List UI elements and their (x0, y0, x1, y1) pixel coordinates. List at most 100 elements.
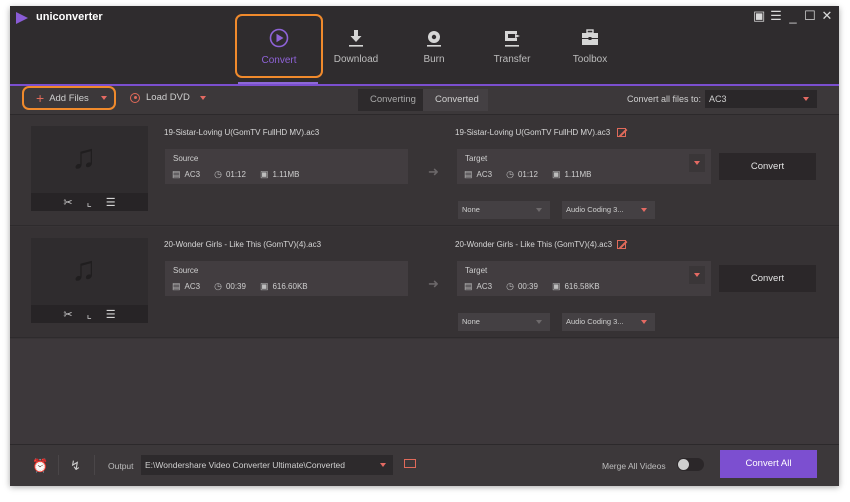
folder-icon: ▣ (551, 281, 561, 291)
rename-edit-icon[interactable] (617, 240, 626, 249)
window-controls: ▣ ☰ _ ☐ ✕ (753, 8, 833, 24)
title-bar: uniconverter ▣ ☰ _ ☐ ✕ Convert Download (10, 6, 839, 84)
chevron-down-icon[interactable] (199, 95, 206, 100)
effects-sliders-icon[interactable]: ☰ (106, 308, 116, 321)
add-files-button[interactable]: + Add Files (22, 86, 116, 110)
transfer-icon (502, 26, 522, 48)
load-dvd-button[interactable]: Load DVD (130, 92, 206, 103)
open-folder-icon[interactable] (404, 459, 416, 468)
merge-all-videos-toggle[interactable] (677, 458, 704, 471)
chevron-down-icon[interactable] (100, 96, 107, 100)
file-thumbnail: ♫ ✂ ⌞ ☰ (31, 126, 148, 211)
target-format-dropdown[interactable] (689, 154, 705, 172)
app-window: uniconverter ▣ ☰ _ ☐ ✕ Convert Download (10, 6, 839, 486)
source-info: Source ▤ AC3 ◷ 01:12 ▣ 1.11MB (165, 149, 408, 184)
clock-icon: ◷ (214, 281, 222, 291)
folder-icon: ▣ (551, 169, 561, 179)
nav-transfer[interactable]: Transfer (473, 14, 551, 76)
target-size: 1.11MB (564, 170, 592, 179)
file-thumbnail: ♫ ✂ ⌞ ☰ (31, 238, 148, 323)
film-icon: ▤ (172, 281, 181, 291)
high-speed-lightning-icon[interactable]: ↯ (70, 458, 81, 474)
chevron-down-icon (536, 320, 542, 324)
music-note-icon: ♫ (71, 138, 97, 176)
rename-edit-icon[interactable] (617, 128, 626, 137)
clock-icon: ◷ (506, 169, 514, 179)
chevron-down-icon (536, 208, 542, 212)
menu-icon[interactable]: ☰ (770, 8, 782, 24)
output-label: Output (108, 461, 134, 471)
nav-burn[interactable]: Burn (395, 14, 473, 76)
audio-track-select[interactable]: Audio Coding 3... (562, 201, 655, 219)
subtitle-select[interactable]: None (458, 313, 550, 331)
audio-track-value: Audio Coding 3... (566, 317, 624, 326)
chevron-down-icon (380, 463, 386, 467)
convert-button[interactable]: Convert (719, 153, 816, 180)
convert-all-button[interactable]: Convert All (720, 450, 817, 478)
toggle-knob (678, 459, 689, 470)
nav-toolbox[interactable]: Toolbox (551, 14, 629, 76)
nav-download[interactable]: Download (317, 14, 395, 76)
dvd-icon (130, 92, 140, 103)
subtitle-select[interactable]: None (458, 201, 550, 219)
toolbar: + Add Files Load DVD Converting Converte… (10, 86, 839, 115)
output-format-value: AC3 (709, 94, 727, 104)
footer-bar: ⏰ ↯ Output E:\Wondershare Video Converte… (10, 444, 839, 486)
active-tab-indicator (238, 82, 318, 84)
nav-toolbox-label: Toolbox (572, 53, 608, 65)
tab-converted[interactable]: Converted (423, 89, 488, 111)
convert-icon (268, 27, 290, 49)
app-title: uniconverter (36, 11, 103, 23)
film-icon: ▤ (464, 169, 473, 179)
file-list-empty-area (10, 339, 839, 444)
convert-all-files-label: Convert all files to: (627, 94, 702, 104)
nav-convert[interactable]: Convert (235, 14, 323, 78)
target-duration: 00:39 (517, 282, 538, 291)
minimize-icon[interactable]: _ (787, 9, 799, 24)
plus-icon: + (36, 90, 45, 106)
target-format: AC3 (476, 282, 493, 291)
add-files-label: Add Files (49, 92, 89, 104)
toolbox-icon (580, 26, 600, 48)
output-path-select[interactable]: E:\Wondershare Video Converter Ultimate\… (141, 455, 393, 475)
nav-transfer-label: Transfer (493, 53, 531, 65)
target-file-name: 19-Sistar-Loving U(GomTV FullHD MV).ac3 (455, 128, 611, 137)
film-icon: ▤ (172, 169, 181, 179)
close-icon[interactable]: ✕ (821, 8, 833, 24)
subtitle-value: None (462, 205, 480, 214)
music-note-icon: ♫ (71, 250, 97, 288)
chevron-down-icon (641, 320, 647, 324)
crop-icon[interactable]: ⌞ (87, 308, 92, 321)
target-label: Target (465, 266, 488, 275)
source-duration: 00:39 (225, 282, 246, 291)
subtitle-value: None (462, 317, 480, 326)
target-format: AC3 (476, 170, 493, 179)
source-size: 616.60KB (272, 282, 308, 291)
target-duration: 01:12 (517, 170, 538, 179)
app-logo-icon (16, 12, 28, 24)
clock-icon: ◷ (506, 281, 514, 291)
nav-burn-label: Burn (423, 53, 445, 65)
trim-scissors-icon[interactable]: ✂ (63, 308, 72, 321)
target-label: Target (465, 154, 488, 163)
target-format-dropdown[interactable] (689, 266, 705, 284)
source-duration: 01:12 (225, 170, 246, 179)
feedback-icon[interactable]: ▣ (753, 8, 765, 24)
maximize-icon[interactable]: ☐ (804, 8, 816, 24)
schedule-alarm-icon[interactable]: ⏰ (32, 458, 48, 474)
target-info: Target ▤ AC3 ◷ 00:39 ▣ 616.58KB (457, 261, 711, 296)
trim-scissors-icon[interactable]: ✂ (63, 196, 72, 209)
source-file-name: 19-Sistar-Loving U(GomTV FullHD MV).ac3 (164, 128, 320, 137)
folder-icon: ▣ (259, 281, 269, 291)
output-format-select[interactable]: AC3 (705, 90, 817, 108)
tab-converting[interactable]: Converting (358, 89, 423, 111)
edit-tools: ✂ ⌞ ☰ (31, 305, 148, 323)
source-format: AC3 (184, 170, 201, 179)
convert-button[interactable]: Convert (719, 265, 816, 292)
file-row: ♫ ✂ ⌞ ☰ 19-Sistar-Loving U(GomTV FullHD … (10, 115, 839, 226)
nav-convert-label: Convert (261, 54, 297, 66)
crop-icon[interactable]: ⌞ (87, 196, 92, 209)
chevron-down-icon (694, 161, 700, 165)
audio-track-select[interactable]: Audio Coding 3... (562, 313, 655, 331)
effects-sliders-icon[interactable]: ☰ (106, 196, 116, 209)
